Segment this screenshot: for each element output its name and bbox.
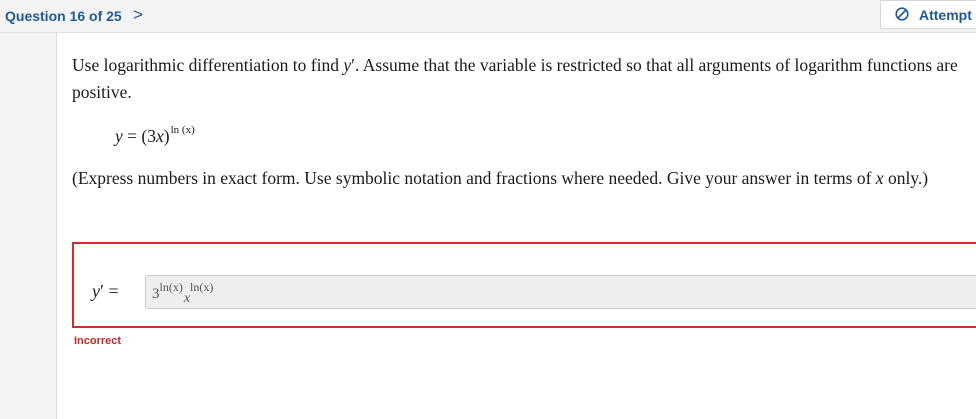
left-gutter xyxy=(0,33,57,419)
instructions-variable: x xyxy=(875,168,884,188)
answer-box: y′ = 3ln(x)xln(x) xyxy=(72,242,976,328)
equation-x: x xyxy=(155,126,164,146)
answer-input[interactable]: 3ln(x)xln(x) xyxy=(145,275,976,309)
prompt-text: Use logarithmic differentiation to find xyxy=(72,55,344,75)
prohibited-icon xyxy=(895,7,909,21)
answer-value: 3ln(x)xln(x) xyxy=(152,280,213,307)
answer-label-equals: ′ = xyxy=(100,281,119,301)
prompt-variable: y xyxy=(343,55,352,75)
answer-instructions: (Express numbers in exact form. Use symb… xyxy=(72,168,972,189)
attempt-button[interactable]: Attempt xyxy=(880,0,976,29)
question-counter: Question 16 of 25 xyxy=(5,8,122,24)
question-content: Use logarithmic differentiation to find … xyxy=(57,33,976,419)
answer-x-exponent: ln(x) xyxy=(190,280,214,294)
equation-exponent: ln (x) xyxy=(170,124,195,136)
equation-paren: ) xyxy=(163,126,170,146)
instructions-text: (Express numbers in exact form. Use symb… xyxy=(72,168,876,188)
attempt-label: Attempt xyxy=(919,7,972,23)
answer-label-var: y xyxy=(92,281,100,301)
question-prompt: Use logarithmic differentiation to find … xyxy=(72,52,972,106)
answer-base: 3 xyxy=(152,286,160,302)
question-nav-bar: Question 16 of 25 > Attempt xyxy=(0,0,976,33)
chevron-right-icon[interactable]: > xyxy=(133,5,143,25)
given-equation: y = (3x)ln (x) xyxy=(115,124,195,147)
instructions-text-end: only.) xyxy=(883,168,929,188)
equation-equals: = (3 xyxy=(122,126,156,146)
equation-lhs: y xyxy=(115,126,123,146)
status-badge: Incorrect xyxy=(74,335,122,347)
answer-label: y′ = xyxy=(92,281,119,302)
answer-base-exponent: ln(x) xyxy=(159,280,183,294)
